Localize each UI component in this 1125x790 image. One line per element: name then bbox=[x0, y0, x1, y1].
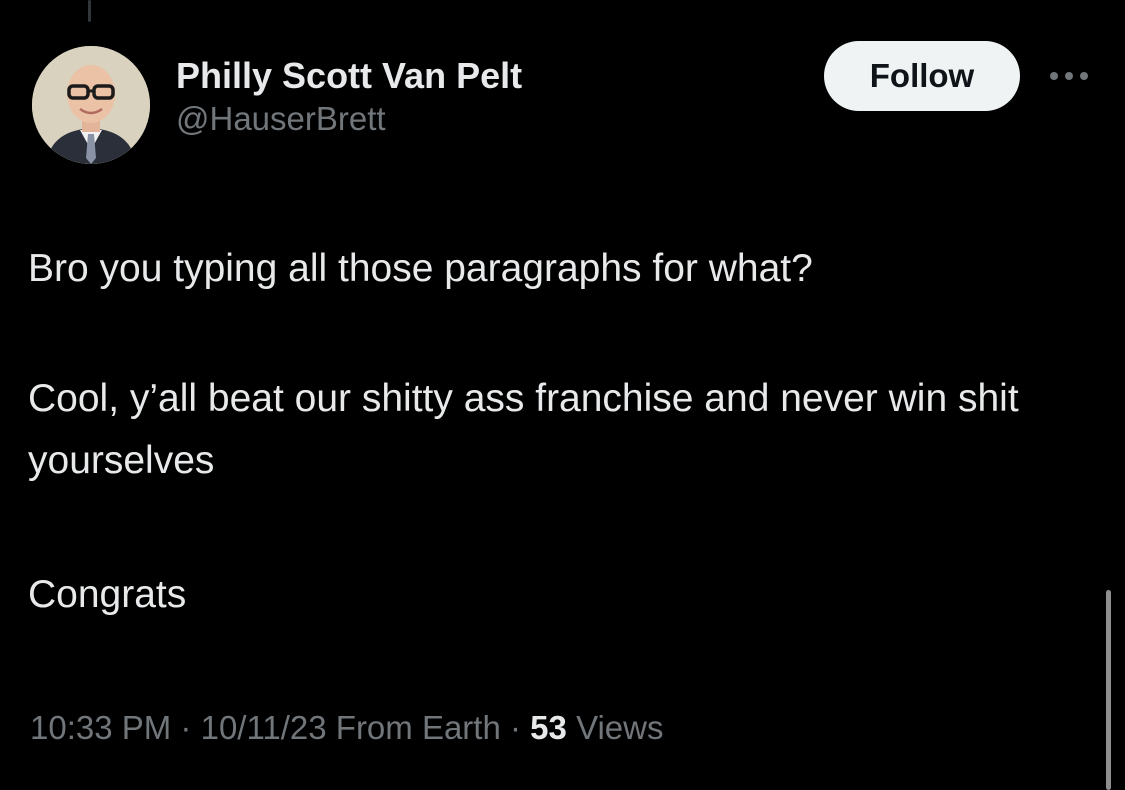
thread-connector-line bbox=[88, 0, 91, 22]
tweet-date[interactable]: 10/11/23 bbox=[201, 709, 327, 746]
separator-dot: · bbox=[180, 709, 192, 746]
author-display-name[interactable]: Philly Scott Van Pelt bbox=[176, 54, 522, 98]
separator-dot: · bbox=[510, 709, 521, 746]
tweet-text: Bro you typing all those paragraphs for … bbox=[28, 238, 1098, 626]
author-info[interactable]: Philly Scott Van Pelt @HauserBrett bbox=[176, 54, 522, 140]
tweet-time[interactable]: 10:33 PM bbox=[30, 709, 171, 746]
tweet-paragraph: Cool, y’all beat our shitty ass franchis… bbox=[28, 377, 1019, 482]
scrollbar-thumb[interactable] bbox=[1106, 590, 1111, 790]
follow-button[interactable]: Follow bbox=[824, 41, 1020, 111]
author-handle[interactable]: @HauserBrett bbox=[176, 98, 522, 140]
views-label[interactable]: Views bbox=[576, 709, 663, 746]
more-horizontal-icon[interactable] bbox=[1044, 64, 1094, 88]
profile-photo-icon bbox=[32, 46, 150, 164]
tweet-paragraph: Congrats bbox=[28, 573, 187, 616]
views-count[interactable]: 53 bbox=[530, 709, 567, 746]
tweet-paragraph: Bro you typing all those paragraphs for … bbox=[28, 247, 813, 290]
tweet-metadata: 10:33 PM · 10/11/23 From Earth · 53 View… bbox=[30, 706, 664, 750]
avatar[interactable] bbox=[32, 46, 150, 164]
tweet-source: From Earth bbox=[335, 709, 501, 746]
